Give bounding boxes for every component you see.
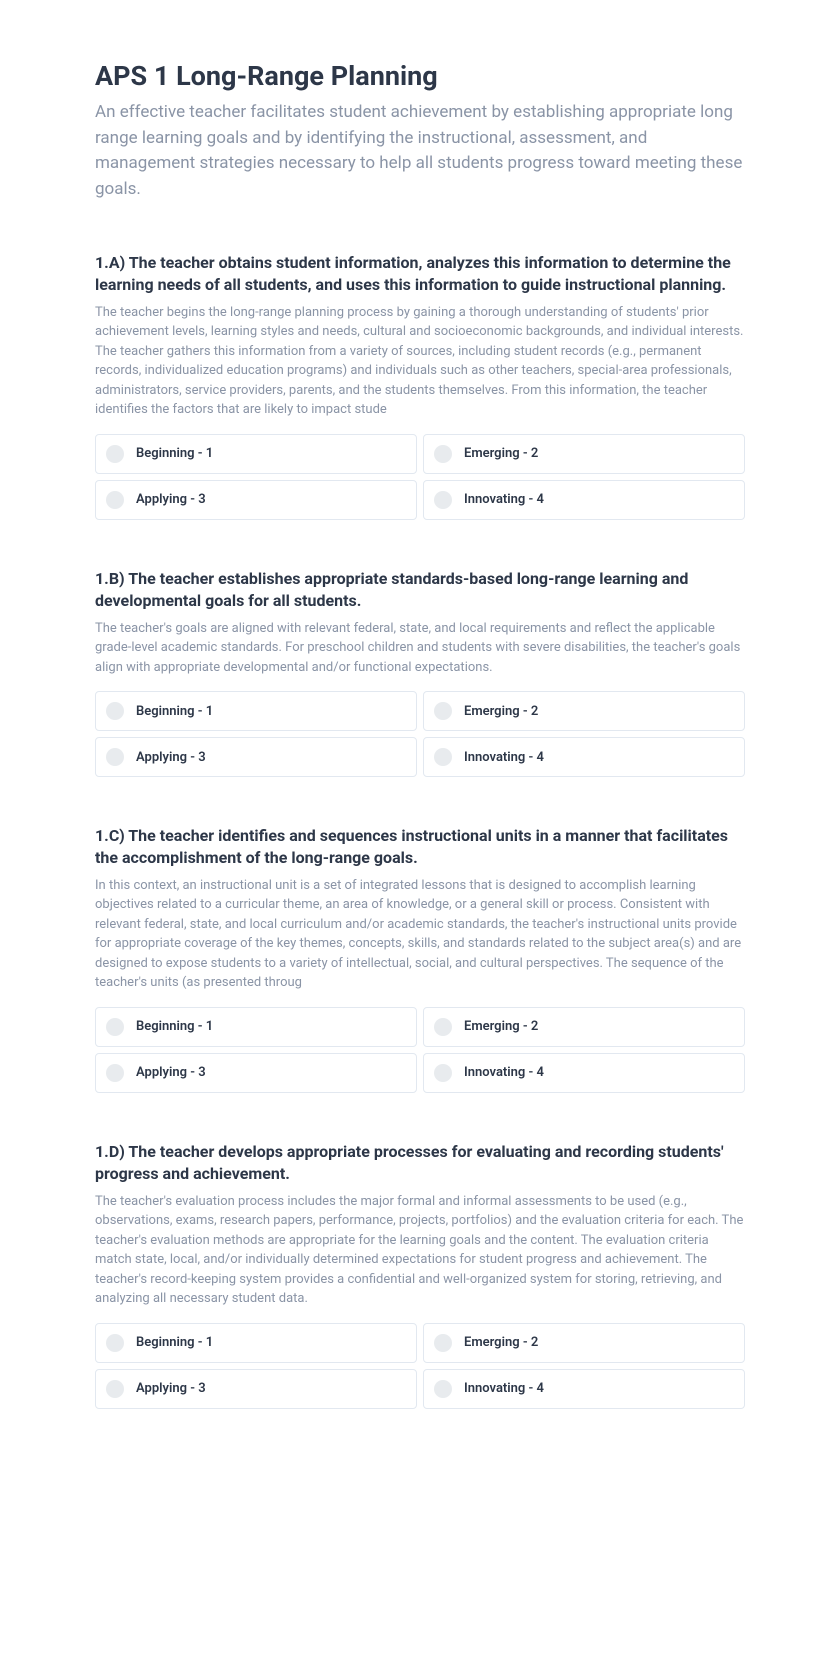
section-title: 1.C) The teacher identifies and sequence…: [95, 825, 745, 870]
radio-icon: [106, 1380, 124, 1398]
rating-applying[interactable]: Applying - 3: [95, 1369, 417, 1409]
radio-icon: [434, 1064, 452, 1082]
rating-label: Applying - 3: [136, 1381, 206, 1396]
rating-label: Innovating - 4: [464, 492, 544, 507]
rating-grid: Beginning - 1 Emerging - 2 Applying - 3 …: [95, 1007, 745, 1093]
radio-icon: [106, 491, 124, 509]
rating-grid: Beginning - 1 Emerging - 2 Applying - 3 …: [95, 1323, 745, 1409]
rating-beginning[interactable]: Beginning - 1: [95, 1007, 417, 1047]
radio-icon: [106, 1018, 124, 1036]
radio-icon: [106, 748, 124, 766]
rating-label: Beginning - 1: [136, 1335, 213, 1350]
section-description: The teacher begins the long-range planni…: [95, 303, 745, 420]
radio-icon: [434, 491, 452, 509]
rating-emerging[interactable]: Emerging - 2: [423, 691, 745, 731]
section-title: 1.B) The teacher establishes appropriate…: [95, 568, 745, 613]
rating-grid: Beginning - 1 Emerging - 2 Applying - 3 …: [95, 434, 745, 520]
section-description: The teacher's goals are aligned with rel…: [95, 619, 745, 678]
rating-applying[interactable]: Applying - 3: [95, 480, 417, 520]
rating-beginning[interactable]: Beginning - 1: [95, 691, 417, 731]
rating-innovating[interactable]: Innovating - 4: [423, 737, 745, 777]
section-1d: 1.D) The teacher develops appropriate pr…: [95, 1141, 745, 1409]
section-title: 1.A) The teacher obtains student informa…: [95, 252, 745, 297]
section-description: In this context, an instructional unit i…: [95, 876, 745, 993]
rating-label: Beginning - 1: [136, 1019, 213, 1034]
radio-icon: [434, 445, 452, 463]
rating-label: Emerging - 2: [464, 446, 538, 461]
rating-label: Applying - 3: [136, 750, 206, 765]
section-1b: 1.B) The teacher establishes appropriate…: [95, 568, 745, 777]
page-title: APS 1 Long-Range Planning: [95, 60, 745, 92]
rating-beginning[interactable]: Beginning - 1: [95, 434, 417, 474]
rating-innovating[interactable]: Innovating - 4: [423, 1053, 745, 1093]
rating-emerging[interactable]: Emerging - 2: [423, 434, 745, 474]
section-1a: 1.A) The teacher obtains student informa…: [95, 252, 745, 520]
section-description: The teacher's evaluation process include…: [95, 1192, 745, 1309]
radio-icon: [106, 445, 124, 463]
section-1c: 1.C) The teacher identifies and sequence…: [95, 825, 745, 1093]
radio-icon: [106, 1064, 124, 1082]
radio-icon: [434, 1380, 452, 1398]
rating-grid: Beginning - 1 Emerging - 2 Applying - 3 …: [95, 691, 745, 777]
radio-icon: [434, 1334, 452, 1352]
radio-icon: [434, 1018, 452, 1036]
page-description: An effective teacher facilitates student…: [95, 100, 745, 202]
radio-icon: [434, 748, 452, 766]
rating-innovating[interactable]: Innovating - 4: [423, 1369, 745, 1409]
rating-label: Emerging - 2: [464, 1019, 538, 1034]
rating-applying[interactable]: Applying - 3: [95, 737, 417, 777]
rating-emerging[interactable]: Emerging - 2: [423, 1007, 745, 1047]
rating-label: Applying - 3: [136, 1065, 206, 1080]
rating-applying[interactable]: Applying - 3: [95, 1053, 417, 1093]
rating-emerging[interactable]: Emerging - 2: [423, 1323, 745, 1363]
radio-icon: [434, 702, 452, 720]
rating-label: Innovating - 4: [464, 750, 544, 765]
section-title: 1.D) The teacher develops appropriate pr…: [95, 1141, 745, 1186]
rating-label: Emerging - 2: [464, 1335, 538, 1350]
rating-label: Beginning - 1: [136, 704, 213, 719]
rating-label: Beginning - 1: [136, 446, 213, 461]
rating-label: Applying - 3: [136, 492, 206, 507]
rating-label: Emerging - 2: [464, 704, 538, 719]
rating-innovating[interactable]: Innovating - 4: [423, 480, 745, 520]
rating-label: Innovating - 4: [464, 1065, 544, 1080]
radio-icon: [106, 702, 124, 720]
radio-icon: [106, 1334, 124, 1352]
rating-beginning[interactable]: Beginning - 1: [95, 1323, 417, 1363]
rating-label: Innovating - 4: [464, 1381, 544, 1396]
